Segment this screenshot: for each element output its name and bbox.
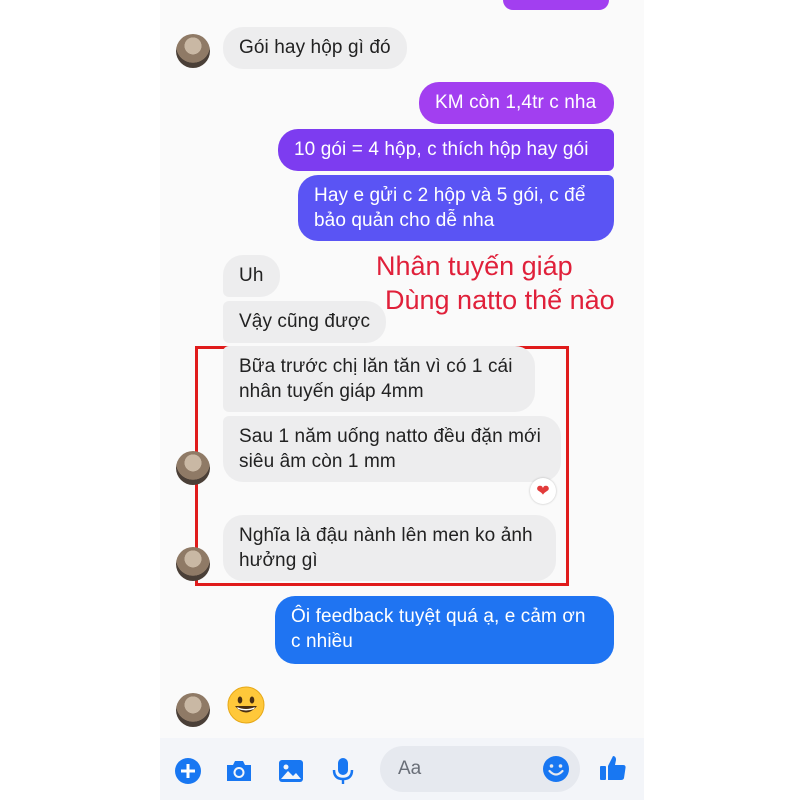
- message-incoming: Bữa trước chị lăn tăn vì có 1 cái nhân t…: [223, 346, 535, 412]
- message-text: Gói hay hộp gì đó: [239, 37, 391, 58]
- message-incoming: Vậy cũng được: [223, 301, 387, 343]
- annotation-line-1: Nhân tuyến giáp: [376, 251, 573, 281]
- message-outgoing: KM còn 1,4tr c nha: [419, 82, 614, 124]
- avatar[interactable]: [176, 451, 210, 485]
- message-incoming: Uh: [223, 255, 280, 297]
- annotation-line-2: Dùng natto thế nào: [385, 285, 615, 315]
- heart-reaction-icon[interactable]: ❤: [530, 478, 556, 504]
- message-text: KM còn 1,4tr c nha: [435, 92, 597, 113]
- message-outgoing: 10 gói = 4 hộp, c thích hộp hay gói: [278, 129, 614, 171]
- thumbs-up-icon: [600, 756, 626, 780]
- voice-button[interactable]: [328, 756, 358, 786]
- gallery-button[interactable]: [276, 756, 306, 786]
- image-icon: [279, 760, 303, 782]
- message-line: Nghĩa là đậu nành lên men ko ảnh: [239, 525, 533, 546]
- message-text: 10 gói = 4 hộp, c thích hộp hay gói: [294, 139, 589, 160]
- message-line: Hay e gửi c 2 hộp và 5 gói, c để: [314, 185, 586, 206]
- avatar[interactable]: [176, 547, 210, 581]
- avatar[interactable]: [176, 693, 210, 727]
- emoji-icon[interactable]: [541, 754, 571, 784]
- message-line: c nhiều: [291, 631, 353, 652]
- previous-outgoing-bubble: [503, 0, 609, 10]
- plus-icon: [175, 758, 201, 784]
- like-button[interactable]: [598, 753, 628, 783]
- grinning-face-emoji-icon: [227, 686, 265, 724]
- microphone-icon: [332, 758, 354, 784]
- message-incoming: Gói hay hộp gì đó: [223, 27, 407, 69]
- plus-button[interactable]: [173, 756, 203, 786]
- message-line: siêu âm còn 1 mm: [239, 451, 396, 472]
- message-incoming: Sau 1 năm uống natto đều đặn mới siêu âm…: [223, 416, 561, 482]
- message-outgoing: Ôi feedback tuyệt quá ạ, e cảm ơn c nhiề…: [275, 596, 614, 664]
- message-line: hưởng gì: [239, 550, 318, 571]
- message-incoming: Nghĩa là đậu nành lên men ko ảnh hưởng g…: [223, 515, 556, 581]
- camera-icon: [227, 761, 251, 781]
- message-line: bảo quản cho dễ nha: [314, 210, 495, 231]
- message-line: Sau 1 năm uống natto đều đặn mới: [239, 426, 541, 447]
- message-line: Ôi feedback tuyệt quá ạ, e cảm ơn: [291, 606, 586, 627]
- avatar[interactable]: [176, 34, 210, 68]
- camera-button[interactable]: [224, 756, 254, 786]
- message-line: Bữa trước chị lăn tăn vì có 1 cái: [239, 356, 513, 377]
- message-text: Vậy cũng được: [239, 311, 371, 332]
- message-input-placeholder: Aa: [398, 758, 422, 779]
- message-line: nhân tuyến giáp 4mm: [239, 381, 424, 402]
- message-text: Uh: [239, 265, 264, 286]
- message-outgoing: Hay e gửi c 2 hộp và 5 gói, c để bảo quả…: [298, 175, 614, 241]
